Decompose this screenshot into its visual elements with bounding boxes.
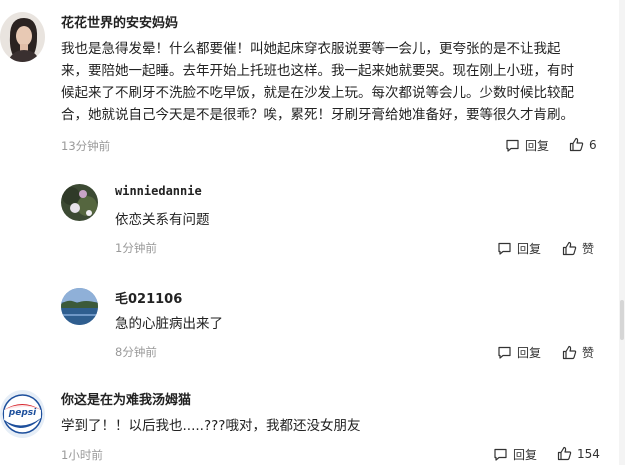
reply-button[interactable]: 回复 bbox=[493, 446, 537, 463]
comment-author[interactable]: 花花世界的安安妈妈 bbox=[61, 12, 178, 31]
comment-author[interactable]: 毛021106 bbox=[115, 288, 182, 307]
comment-text: 我也是急得发晕！什么都要催！叫她起床穿衣服说要等一会儿，更夸张的是不让我起 来，… bbox=[61, 38, 613, 126]
comment-icon bbox=[506, 139, 519, 152]
thumbs-up-icon bbox=[569, 137, 584, 152]
comment-text: 学到了！！以后我也.....???哦对，我都还没女朋友 bbox=[61, 418, 361, 434]
comment-timestamp: 8分钟前 bbox=[115, 345, 157, 359]
like-count: 赞 bbox=[582, 346, 595, 360]
comment-timestamp: 13分钟前 bbox=[61, 139, 111, 153]
comment-text-line: 候起来了不刷牙不洗脸不吃早饭，就是在沙发上玩。每次都说等会儿。少数时候比较配 bbox=[61, 85, 574, 101]
comment-author[interactable]: winniedannie bbox=[115, 184, 202, 198]
reply-label: 回复 bbox=[517, 346, 542, 360]
comment-item: pepsi 你这是在为难我汤姆猫 学到了！！以后我也.....???哦对，我都还… bbox=[0, 380, 619, 465]
scrollbar[interactable] bbox=[619, 0, 625, 465]
comment-timestamp: 1小时前 bbox=[61, 448, 103, 462]
reply-label: 回复 bbox=[517, 242, 542, 256]
like-count: 154 bbox=[577, 446, 600, 461]
comment-timestamp: 1分钟前 bbox=[115, 241, 157, 255]
comment-text: 依恋关系有问题 bbox=[115, 212, 210, 228]
reply-item: winniedannie 依恋关系有问题 1分钟前 回复 赞 bbox=[0, 170, 619, 270]
woman-portrait-avatar[interactable] bbox=[0, 12, 45, 62]
thumbs-up-icon bbox=[562, 345, 577, 360]
scrollbar-thumb[interactable] bbox=[620, 300, 624, 340]
reply-button[interactable]: 回复 bbox=[505, 137, 549, 154]
thumbs-up-icon bbox=[562, 241, 577, 256]
comment-icon bbox=[498, 346, 511, 359]
pepsi-wordmark: pepsi bbox=[8, 408, 37, 418]
reply-button[interactable]: 回复 bbox=[497, 240, 541, 257]
comment-author[interactable]: 你这是在为难我汤姆猫 bbox=[61, 389, 191, 408]
lake-landscape-avatar[interactable] bbox=[61, 288, 98, 325]
comment-text-line: 合，她就说自己今天是不是很乖？唉，累死！牙刷牙膏给她准备好，要等很久才肯刷。 bbox=[61, 107, 574, 123]
thumbs-up-icon bbox=[557, 446, 572, 461]
like-count: 赞 bbox=[582, 242, 595, 256]
comment-icon bbox=[498, 242, 511, 255]
comment-text-line: 我也是急得发晕！什么都要催！叫她起床穿衣服说要等一会儿，更夸张的是不让我起 bbox=[61, 41, 561, 57]
comment-text: 急的心脏病出来了 bbox=[115, 316, 223, 332]
reply-button[interactable]: 回复 bbox=[497, 344, 541, 361]
reply-label: 回复 bbox=[513, 448, 538, 462]
like-button[interactable]: 6 bbox=[569, 137, 597, 152]
like-button[interactable]: 154 bbox=[557, 446, 600, 461]
like-button[interactable]: 赞 bbox=[562, 344, 594, 361]
comment-text-line: 来，要陪她一起睡。去年开始上托班也这样。我一起来她就要哭。现在刚上小班，有时 bbox=[61, 63, 574, 79]
reply-item: 毛021106 急的心脏病出来了 8分钟前 回复 赞 bbox=[0, 275, 619, 375]
like-count: 6 bbox=[589, 137, 597, 152]
comment-item: 花花世界的安安妈妈 我也是急得发晕！什么都要催！叫她起床穿衣服说要等一会儿，更夸… bbox=[0, 0, 619, 160]
comment-icon bbox=[494, 448, 507, 461]
like-button[interactable]: 赞 bbox=[562, 240, 594, 257]
pepsi-logo-avatar[interactable]: pepsi bbox=[0, 390, 45, 438]
reply-label: 回复 bbox=[525, 139, 550, 153]
flower-photo-avatar[interactable] bbox=[61, 184, 98, 221]
